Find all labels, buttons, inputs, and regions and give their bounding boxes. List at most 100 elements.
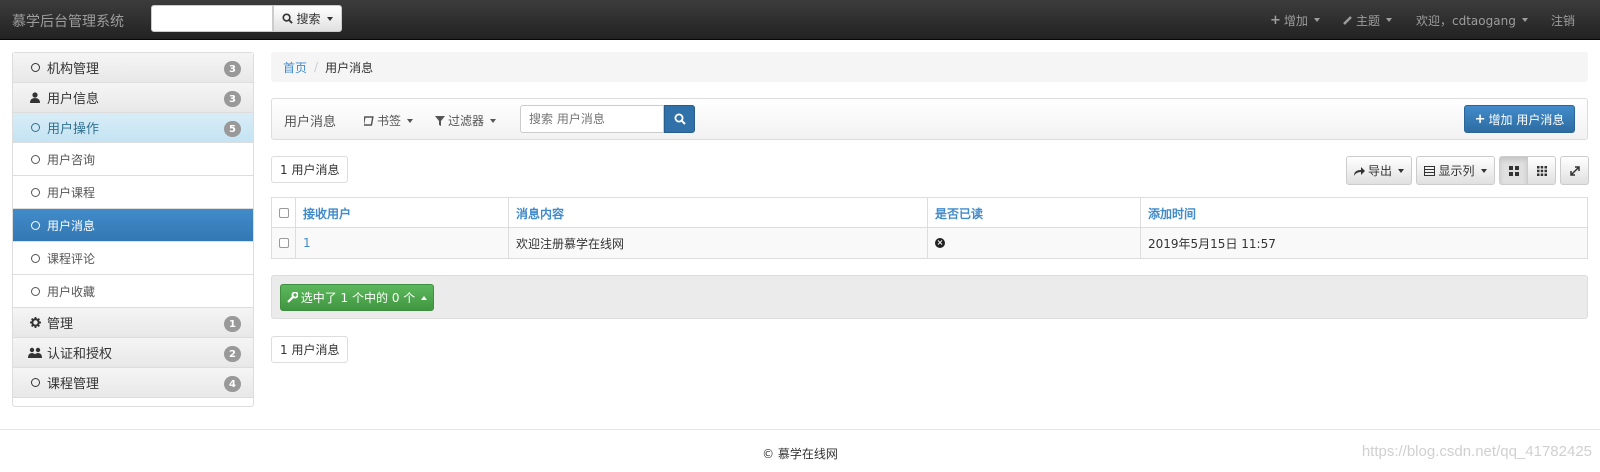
sidebar-group-user-ops[interactable]: 用户操作 5 [13, 113, 253, 143]
sidebar-group-course-admin[interactable]: 课程管理 4 [13, 368, 253, 398]
list-icon [1424, 165, 1436, 176]
brand-title[interactable]: 慕学后台管理系统 [12, 11, 124, 31]
count-badge: 2 [224, 346, 241, 362]
sidebar-item-label: 用户咨询 [47, 152, 96, 167]
grid-view-button[interactable] [1527, 156, 1556, 185]
plus-icon: + [1474, 111, 1486, 127]
export-button[interactable]: 导出 [1346, 156, 1412, 185]
results-table: 接收用户 消息内容 是否已读 添加时间 1 欢迎注册慕学在线网 × 2019年5… [271, 197, 1588, 259]
filters-label: 过滤器 [448, 114, 485, 128]
add-message-button[interactable]: + 增加 用户消息 [1464, 105, 1575, 133]
book-icon [364, 115, 374, 126]
share-icon [1353, 166, 1365, 176]
top-navbar: 慕学后台管理系统 搜索 + 增加 主题 欢迎，cdtaogang 注销 [0, 0, 1600, 40]
chevron-down-icon [407, 118, 414, 123]
column-header-read[interactable]: 是否已读 [928, 198, 1141, 228]
cell-read: × [928, 228, 1141, 258]
sidebar-group-label: 机构管理 [47, 62, 100, 77]
footer-copyright: © 慕学在线网 [762, 447, 838, 461]
select-all-cell [272, 198, 296, 228]
page-title: 用户消息 [284, 115, 337, 130]
expand-icon [1569, 165, 1580, 176]
sidebar-item-user-favorite[interactable]: 用户收藏 [13, 275, 253, 308]
column-header-message[interactable]: 消息内容 [509, 198, 928, 228]
sidebar-item-user-course[interactable]: 用户课程 [13, 176, 253, 209]
bulk-action-label: 选中了 1 个中的 0 个 [300, 291, 416, 305]
user-icon [30, 92, 40, 103]
sidebar-item-user-message[interactable]: 用户消息 [13, 209, 253, 242]
sidebar-item-label: 用户消息 [47, 218, 96, 233]
unread-x-icon: × [935, 238, 945, 248]
sidebar-item-course-comment[interactable]: 课程评论 [13, 242, 253, 275]
filters-menu[interactable]: 过滤器 [435, 112, 497, 129]
nav-user-menu[interactable]: 欢迎，cdtaogang [1416, 0, 1528, 40]
sidebar-group-label: 用户操作 [47, 122, 100, 137]
circle-icon [30, 187, 40, 197]
count-badge: 1 [224, 316, 241, 332]
sidebar-group-label: 用户信息 [47, 92, 100, 107]
chevron-down-icon [1480, 168, 1487, 173]
filter-icon [435, 115, 445, 126]
sidebar-group-label: 认证和授权 [47, 347, 113, 362]
select-all-checkbox[interactable] [279, 208, 289, 218]
sidebar-item-user-ask[interactable]: 用户咨询 [13, 143, 253, 176]
nav-add-menu[interactable]: + 增加 [1270, 0, 1320, 40]
chevron-down-icon [326, 16, 333, 21]
column-header-time[interactable]: 添加时间 [1141, 198, 1587, 228]
cell-message: 欢迎注册慕学在线网 [509, 228, 928, 258]
columns-label: 显示列 [1438, 164, 1475, 178]
action-bar: 选中了 1 个中的 0 个 [271, 275, 1588, 319]
watermark: https://blog.csdn.net/qq_41782425 [1361, 443, 1592, 460]
logout-link[interactable]: 注销 [1551, 0, 1575, 40]
table-view-button[interactable] [1499, 156, 1528, 185]
result-count-bottom: 1 用户消息 [271, 336, 349, 363]
count-badge: 3 [224, 91, 241, 107]
nav-theme-label: 主题 [1356, 13, 1381, 28]
bulk-action-button[interactable]: 选中了 1 个中的 0 个 [280, 284, 434, 311]
top-search-input[interactable] [151, 5, 273, 32]
search-icon [282, 13, 294, 24]
sidebar: 机构管理 3 用户信息 3 用户操作 5 用户咨询 用户课程 用户消息 课程评论… [12, 52, 254, 407]
circle-icon [30, 123, 40, 132]
wrench-icon [286, 292, 298, 303]
chevron-down-icon [1313, 18, 1320, 22]
nav-user-label: 欢迎，cdtaogang [1416, 13, 1516, 28]
chevron-down-icon [1398, 168, 1404, 173]
sidebar-group-auth[interactable]: 认证和授权 2 [13, 338, 253, 368]
top-search-button[interactable]: 搜索 [273, 5, 342, 32]
fullscreen-button[interactable] [1560, 156, 1589, 185]
circle-icon [30, 220, 40, 230]
search-input[interactable] [520, 105, 664, 133]
breadcrumb-home-link[interactable]: 首页 [283, 59, 307, 76]
breadcrumb-current: 用户消息 [325, 60, 374, 75]
sidebar-group-user-info[interactable]: 用户信息 3 [13, 83, 253, 113]
chevron-down-icon [1521, 18, 1528, 22]
sidebar-group-label: 课程管理 [47, 377, 100, 392]
sidebar-group-admin[interactable]: 管理 1 [13, 308, 253, 338]
cell-user-link[interactable]: 1 [296, 228, 509, 258]
search-button[interactable] [664, 105, 695, 133]
count-badge: 4 [224, 376, 241, 392]
circle-icon [30, 286, 40, 296]
add-message-label: 增加 用户消息 [1488, 112, 1565, 127]
nav-add-label: 增加 [1283, 13, 1308, 28]
count-badge: 3 [224, 61, 241, 77]
sidebar-item-label: 课程评论 [47, 251, 96, 266]
columns-button[interactable]: 显示列 [1416, 156, 1495, 185]
grid-small-icon [1536, 165, 1547, 176]
chevron-down-icon [490, 118, 497, 123]
circle-icon [30, 253, 40, 263]
breadcrumb: 首页 / 用户消息 [271, 52, 1588, 82]
grid-large-icon [1508, 165, 1519, 176]
bookmarks-menu[interactable]: 书签 [364, 112, 414, 129]
row-checkbox[interactable] [279, 238, 289, 248]
export-label: 导出 [1367, 164, 1392, 178]
breadcrumb-separator: / [314, 60, 319, 74]
chevron-up-icon [421, 295, 428, 300]
column-header-user[interactable]: 接收用户 [296, 198, 509, 228]
nav-theme-menu[interactable]: 主题 [1343, 0, 1393, 40]
sidebar-group-label: 管理 [47, 317, 74, 332]
sidebar-group-org[interactable]: 机构管理 3 [13, 53, 253, 83]
search-icon [674, 113, 686, 125]
sidebar-item-label: 用户课程 [47, 185, 96, 200]
